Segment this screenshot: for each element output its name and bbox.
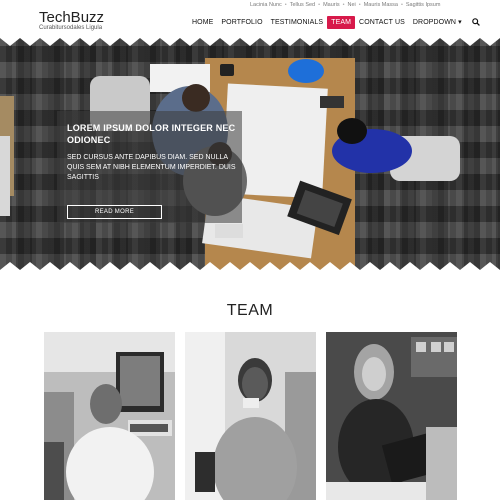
hero-body-text: SED CURSUS ANTE DAPIBUS DIAM. SED NULLA … [67,154,236,182]
nav-dropdown[interactable]: DROPDOWN ▾ [409,15,466,29]
team-member-card-1[interactable] [44,332,175,500]
site-header: TechBuzz Curabitursodales Ligula Lacinia… [0,0,500,36]
hero-slider: LOREM IPSUM DOLOR INTEGER NEC ODIONEC SE… [0,36,500,270]
nav-home[interactable]: HOME [188,16,217,29]
nav-testimonials[interactable]: TESTIMONIALS [267,16,328,29]
separator: • [400,2,403,8]
hero-caption-box: LOREM IPSUM DOLOR INTEGER NEC ODIONEC SE… [57,111,242,223]
team-photo-1 [44,332,175,500]
separator: • [342,2,345,8]
team-member-card-3[interactable] [326,332,457,500]
hero-top-zigzag-border [0,36,500,46]
top-link[interactable]: Mauris [323,2,340,8]
top-link[interactable]: Sagittis Ipsum [406,2,441,8]
hero-bottom-zigzag-border [0,262,500,274]
team-photo-3 [326,332,457,500]
top-link[interactable]: Tellus Sed [290,2,315,8]
team-photo-2 [185,332,316,500]
search-icon[interactable] [470,16,482,28]
hero-title: LOREM IPSUM DOLOR INTEGER NEC ODIONEC [67,123,236,145]
separator: • [284,2,287,8]
top-link[interactable]: Mauris Massa [364,2,398,8]
nav-team[interactable]: TEAM [327,15,356,29]
nav-portfolio[interactable]: PORTFOLIO [217,16,266,29]
read-more-button[interactable]: READ MORE [67,205,162,219]
separator: • [358,2,361,8]
nav-contact-us[interactable]: CONTACT US [355,16,409,29]
team-member-card-2[interactable] [185,332,316,500]
top-link[interactable]: Lacinia Nunc [250,2,282,8]
main-nav: HOME PORTFOLIO TESTIMONIALS TEAM CONTACT… [188,15,482,29]
top-links-bar: Lacinia Nunc • Tellus Sed • Mauris • Nei • M… [250,2,440,8]
logo-title[interactable]: TechBuzz [39,10,104,25]
logo-subtitle: Curabitursodales Ligula [39,25,103,31]
separator: • [318,2,321,8]
team-section-title: TEAM [226,302,274,319]
top-link[interactable]: Nei [348,2,356,8]
